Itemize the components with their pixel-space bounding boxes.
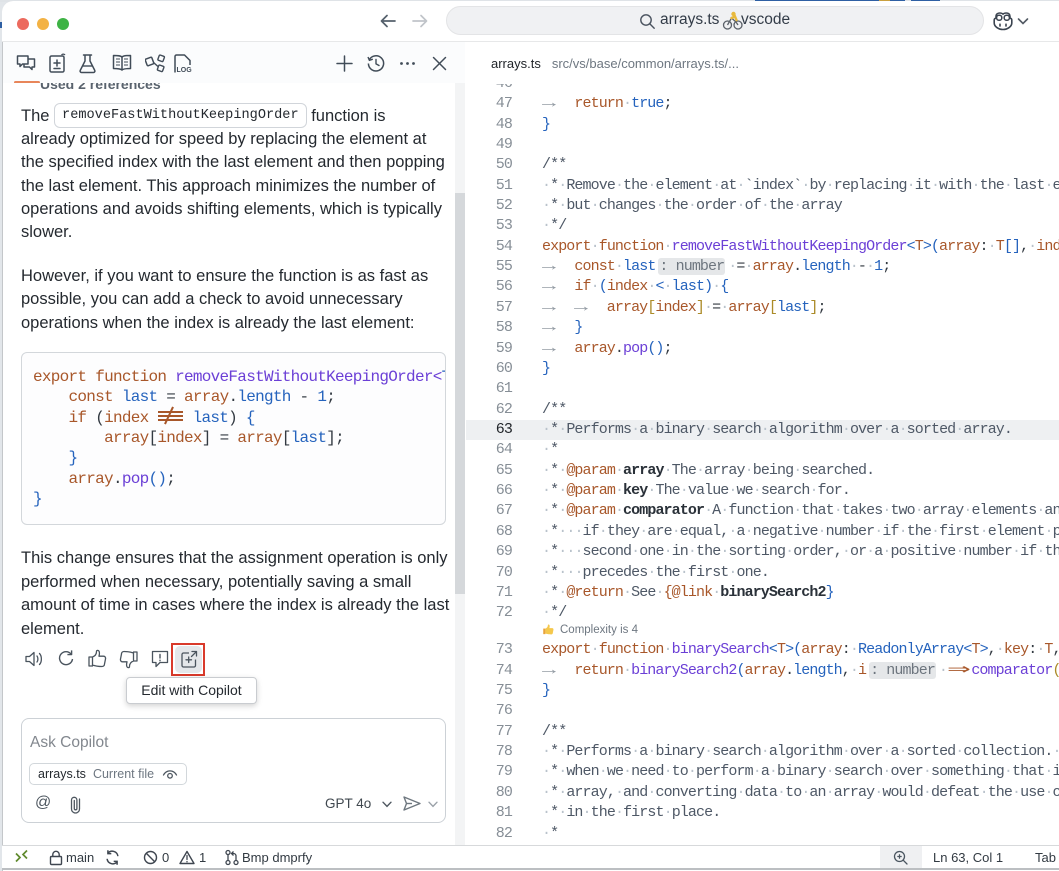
svg-text:LOG: LOG bbox=[177, 67, 193, 74]
